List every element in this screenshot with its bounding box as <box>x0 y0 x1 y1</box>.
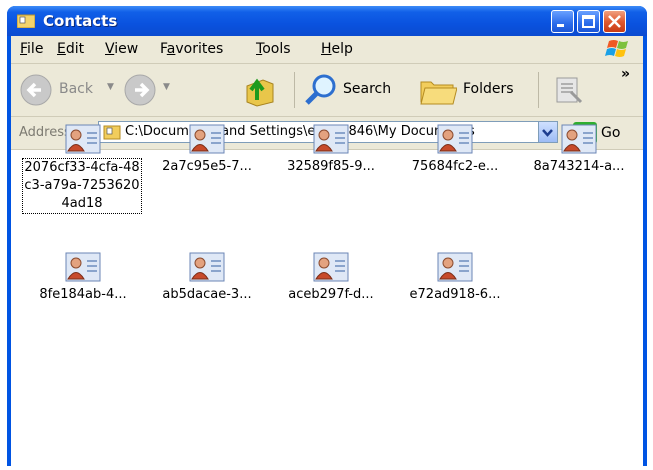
contact-file-name: 2a7c95e5-7... <box>162 159 252 174</box>
contact-card-icon <box>189 252 225 282</box>
contact-card-icon <box>313 252 349 282</box>
forward-arrow-icon <box>124 74 156 106</box>
maximize-icon <box>582 15 595 28</box>
contact-file-name: 2076cf33-4cfa-48c3-a79a-72536204ad18 <box>22 158 142 214</box>
contact-card-icon <box>437 252 473 282</box>
window-title: Contacts <box>43 12 118 30</box>
up-folder-button[interactable] <box>241 64 281 116</box>
contact-file-item[interactable]: 2076cf33-4cfa-48c3-a79a-72536204ad18 <box>21 124 145 214</box>
search-button[interactable]: Search <box>301 64 405 116</box>
views-button[interactable] <box>551 64 591 116</box>
contact-file-name: ab5dacae-3... <box>162 287 252 302</box>
menu-edit[interactable]: Edit <box>57 41 84 57</box>
contact-file-name: 8fe184ab-4... <box>39 287 127 302</box>
back-dropdown-icon: ▼ <box>107 82 114 92</box>
contact-file-item[interactable]: 8fe184ab-4... <box>21 252 145 304</box>
toolbar-overflow-chevron[interactable]: » <box>621 66 630 82</box>
contact-card-icon <box>437 124 473 154</box>
title-bar[interactable]: Contacts <box>7 6 647 36</box>
back-button[interactable]: Back ▼ <box>19 64 117 116</box>
forward-button[interactable]: ▼ <box>123 64 175 116</box>
toolbar-separator <box>294 72 295 108</box>
folders-label: Folders <box>463 81 514 97</box>
menu-file[interactable]: File <box>20 41 43 57</box>
contact-file-name: e72ad918-6... <box>409 287 501 302</box>
contact-file-name: 8a743214-a... <box>533 159 625 174</box>
contact-file-item[interactable]: 75684fc2-e... <box>393 124 517 176</box>
standard-toolbar: Back ▼ ▼ Search Folders » <box>11 64 643 117</box>
contact-file-name: 32589f85-9... <box>287 159 375 174</box>
close-button[interactable] <box>603 10 626 33</box>
contact-file-item[interactable]: aceb297f-d... <box>269 252 393 304</box>
contact-card-icon <box>313 124 349 154</box>
folders-icon <box>420 81 457 105</box>
back-arrow-icon <box>20 74 52 106</box>
search-icon <box>305 74 336 105</box>
up-folder-icon <box>246 78 274 107</box>
menu-favorites[interactable]: Favorites <box>160 41 223 57</box>
close-icon <box>608 15 621 28</box>
contact-card-icon <box>65 124 101 154</box>
contact-file-name: 75684fc2-e... <box>411 159 499 174</box>
search-label: Search <box>343 81 392 97</box>
folders-button[interactable]: Folders <box>413 64 525 116</box>
menu-bar: File Edit View Favorites Tools Help <box>11 36 643 64</box>
contact-file-item[interactable]: 2a7c95e5-7... <box>145 124 269 176</box>
maximize-button[interactable] <box>577 10 600 33</box>
toolbar-separator <box>538 72 539 108</box>
menu-help[interactable]: Help <box>321 41 353 57</box>
contact-file-item[interactable]: 32589f85-9... <box>269 124 393 176</box>
minimize-icon <box>557 24 564 27</box>
contact-card-icon <box>65 252 101 282</box>
contact-file-item[interactable]: 8a743214-a... <box>517 124 641 176</box>
contact-card-icon <box>189 124 225 154</box>
folder-icon <box>17 14 35 28</box>
explorer-window: Contacts File Edit View Favorites Tools … <box>7 6 647 466</box>
contact-card-icon <box>561 124 597 154</box>
forward-dropdown-icon: ▼ <box>163 82 170 92</box>
contact-file-item[interactable]: e72ad918-6... <box>393 252 517 304</box>
windows-logo-icon <box>605 40 628 57</box>
window-client: File Edit View Favorites Tools Help Back… <box>11 36 643 466</box>
minimize-button[interactable] <box>551 10 574 33</box>
views-icon <box>556 77 583 104</box>
contact-file-name: aceb297f-d... <box>288 287 374 302</box>
back-label: Back <box>59 81 93 97</box>
contact-file-item[interactable]: ab5dacae-3... <box>145 252 269 304</box>
file-list-view[interactable]: 2076cf33-4cfa-48c3-a79a-72536204ad18 2a7c… <box>11 124 643 466</box>
menu-tools[interactable]: Tools <box>256 41 291 57</box>
menu-view[interactable]: View <box>105 41 138 57</box>
